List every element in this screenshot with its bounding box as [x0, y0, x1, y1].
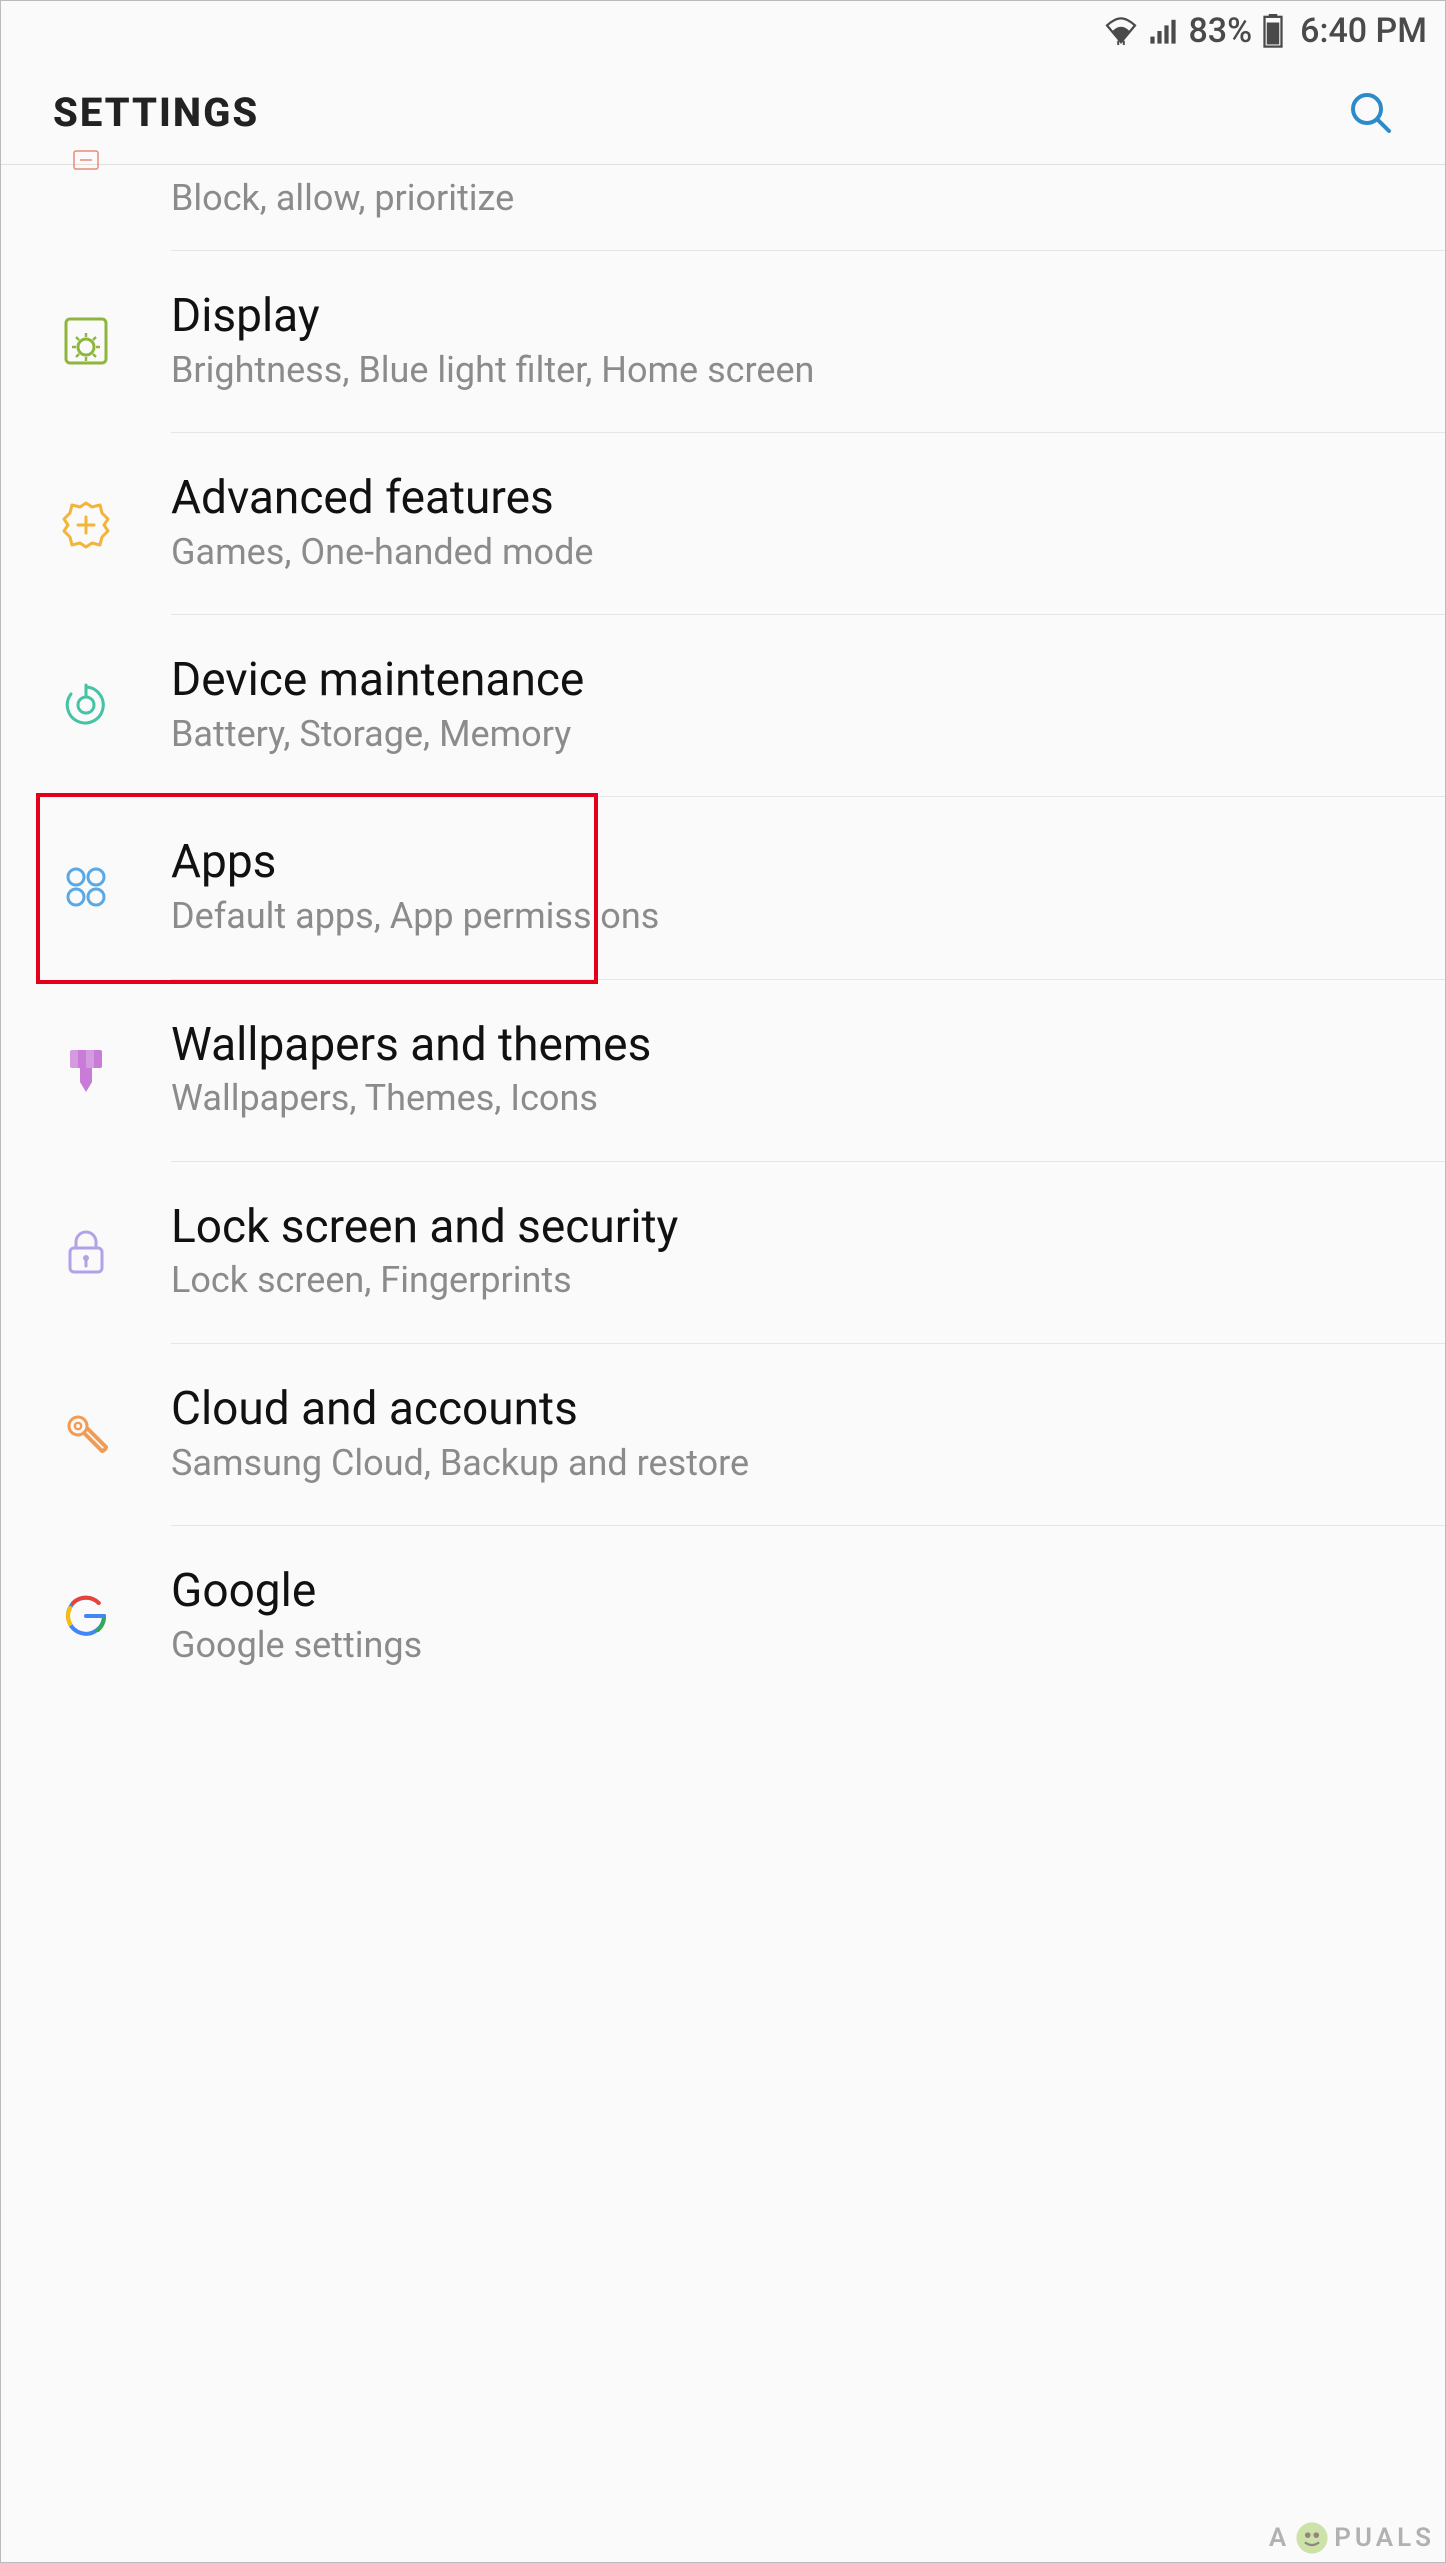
- settings-item-text: Google Google settings: [171, 1565, 1445, 1667]
- divider: [171, 1525, 1445, 1526]
- settings-item-apps[interactable]: Apps Default apps, App permissions: [1, 796, 1445, 978]
- search-icon: [1347, 89, 1395, 137]
- settings-item-text: Lock screen and security Lock screen, Fin…: [171, 1201, 1445, 1303]
- settings-item-maintenance[interactable]: Device maintenance Battery, Storage, Memo…: [1, 614, 1445, 796]
- watermark: A PUALS: [1269, 2520, 1435, 2556]
- wallpapers-icon: [1, 1042, 171, 1098]
- battery-icon: [1262, 14, 1284, 48]
- divider: [171, 1343, 1445, 1344]
- settings-item-subtitle: Wallpapers, Themes, Icons: [171, 1077, 1415, 1120]
- settings-item-title: Cloud and accounts: [171, 1383, 1415, 1436]
- settings-item-text: Advanced features Games, One-handed mode: [171, 472, 1445, 574]
- divider: [171, 614, 1445, 615]
- settings-item-wallpapers[interactable]: Wallpapers and themes Wallpapers, Themes,…: [1, 979, 1445, 1161]
- settings-item-title: Lock screen and security: [171, 1201, 1415, 1254]
- battery-pct: 83%: [1188, 11, 1252, 51]
- settings-item-subtitle: Default apps, App permissions: [171, 895, 1415, 938]
- notifications-icon: [1, 165, 171, 185]
- settings-item-text: Wallpapers and themes Wallpapers, Themes,…: [171, 1019, 1445, 1121]
- lock-icon: [1, 1224, 171, 1280]
- settings-item-text: Cloud and accounts Samsung Cloud, Backup …: [171, 1383, 1445, 1485]
- watermark-text-b: PUALS: [1334, 2523, 1435, 2553]
- divider: [171, 796, 1445, 797]
- divider: [171, 1161, 1445, 1162]
- settings-item-subtitle: Block, allow, prioritize: [171, 177, 1415, 220]
- settings-item-subtitle: Battery, Storage, Memory: [171, 713, 1415, 756]
- watermark-icon: [1294, 2520, 1330, 2556]
- settings-item-subtitle: Samsung Cloud, Backup and restore: [171, 1442, 1415, 1485]
- settings-item-text: Block, allow, prioritize: [171, 165, 1445, 220]
- settings-item-text: Device maintenance Battery, Storage, Memo…: [171, 654, 1445, 756]
- divider: [171, 979, 1445, 980]
- signal-icon: [1148, 17, 1178, 45]
- cloud-icon: [1, 1406, 171, 1462]
- settings-item-lock[interactable]: Lock screen and security Lock screen, Fin…: [1, 1161, 1445, 1343]
- settings-item-title: Google: [171, 1565, 1415, 1618]
- settings-item-advanced[interactable]: Advanced features Games, One-handed mode: [1, 432, 1445, 614]
- clock: 6:40 PM: [1300, 11, 1427, 51]
- maintenance-icon: [1, 677, 171, 733]
- google-icon: [1, 1588, 171, 1644]
- settings-item-notifications[interactable]: Block, allow, prioritize: [1, 165, 1445, 250]
- device-frame: 83% 6:40 PM SETTINGS Block, allow, prior…: [0, 0, 1446, 2563]
- settings-item-subtitle: Lock screen, Fingerprints: [171, 1259, 1415, 1302]
- settings-item-subtitle: Games, One-handed mode: [171, 531, 1415, 574]
- settings-item-title: Wallpapers and themes: [171, 1019, 1415, 1072]
- apps-icon: [1, 859, 171, 915]
- divider: [171, 250, 1445, 251]
- divider: [171, 432, 1445, 433]
- settings-item-title: Advanced features: [171, 472, 1415, 525]
- app-bar: SETTINGS: [1, 61, 1445, 165]
- settings-item-text: Apps Default apps, App permissions: [171, 836, 1445, 938]
- watermark-text-a: A: [1269, 2523, 1290, 2553]
- settings-list: Block, allow, prioritize Display Brightne…: [1, 165, 1445, 1707]
- settings-item-title: Apps: [171, 836, 1415, 889]
- display-icon: [1, 313, 171, 369]
- settings-item-subtitle: Google settings: [171, 1624, 1415, 1667]
- wifi-icon: [1104, 17, 1138, 45]
- settings-item-text: Display Brightness, Blue light filter, Ho…: [171, 290, 1445, 392]
- settings-item-title: Device maintenance: [171, 654, 1415, 707]
- settings-item-title: Display: [171, 290, 1415, 343]
- search-button[interactable]: [1343, 85, 1399, 141]
- settings-item-subtitle: Brightness, Blue light filter, Home scre…: [171, 349, 1415, 392]
- settings-item-cloud[interactable]: Cloud and accounts Samsung Cloud, Backup …: [1, 1343, 1445, 1525]
- page-title: SETTINGS: [53, 89, 259, 136]
- settings-item-google[interactable]: Google Google settings: [1, 1525, 1445, 1707]
- advanced-icon: [1, 495, 171, 551]
- settings-item-display[interactable]: Display Brightness, Blue light filter, Ho…: [1, 250, 1445, 432]
- status-bar: 83% 6:40 PM: [1, 1, 1445, 61]
